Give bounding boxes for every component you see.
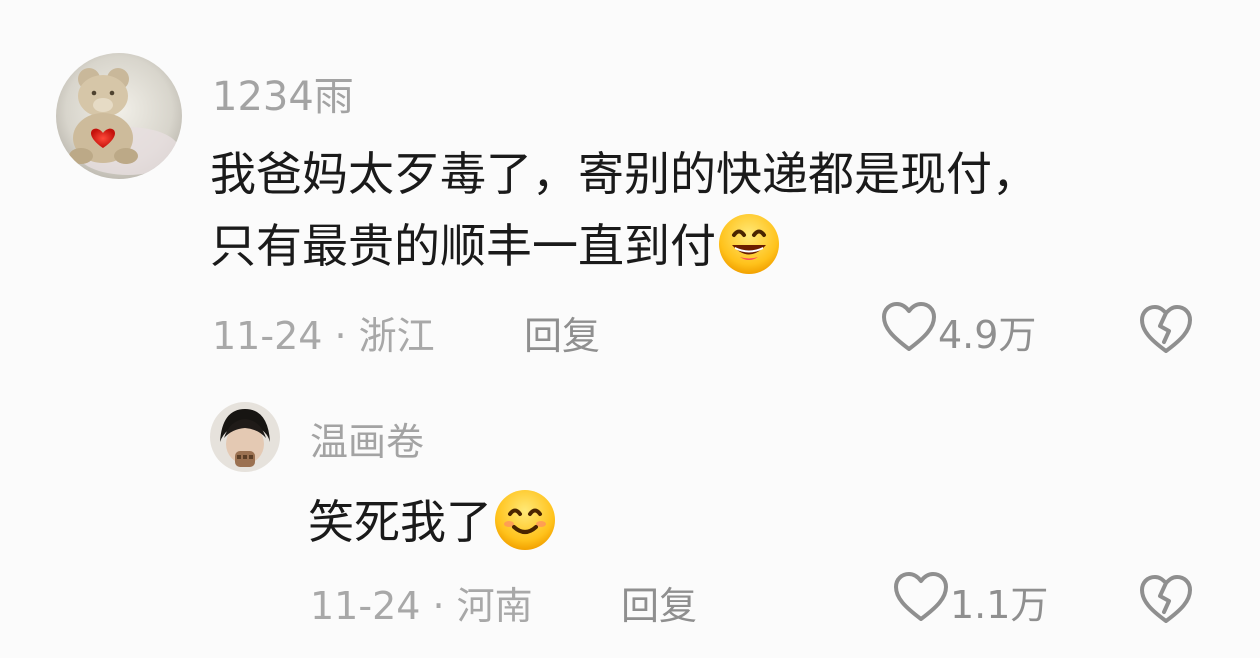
comment-text-line-1: 我爸妈太歹毒了，寄别的快递都是现付， <box>210 147 1038 201</box>
teddy-bear-avatar-icon <box>56 53 182 179</box>
like-count: 4.9万 <box>938 313 1037 357</box>
user-photo-avatar-icon <box>210 402 280 472</box>
comment-text-line: 笑死我了 <box>308 486 558 564</box>
avatar[interactable] <box>210 402 280 472</box>
like-button[interactable]: 4.9万 <box>880 300 1036 363</box>
reply-button[interactable]: 回复 <box>621 575 697 630</box>
like-button[interactable]: 1.1万 <box>892 570 1048 633</box>
comment-meta: 11-24 · 浙江 <box>212 314 435 358</box>
comment-text-line-2: 只有最贵的顺丰一直到付 <box>210 210 782 288</box>
grinning-face-icon <box>716 211 782 288</box>
heart-icon <box>880 300 938 363</box>
username[interactable]: 1234雨 <box>212 64 354 122</box>
broken-heart-icon[interactable] <box>1138 572 1194 630</box>
broken-heart-icon[interactable] <box>1138 302 1194 360</box>
reply-button[interactable]: 回复 <box>524 305 600 360</box>
avatar[interactable] <box>56 53 182 179</box>
like-count: 1.1万 <box>950 583 1049 627</box>
comment-text: 只有最贵的顺丰一直到付 <box>210 219 716 273</box>
heart-icon <box>892 570 950 633</box>
comment-meta: 11-24 · 河南 <box>310 584 533 628</box>
comment-text: 笑死我了 <box>308 495 492 549</box>
smiling-face-icon <box>492 487 558 564</box>
username[interactable]: 温画卷 <box>310 411 424 466</box>
